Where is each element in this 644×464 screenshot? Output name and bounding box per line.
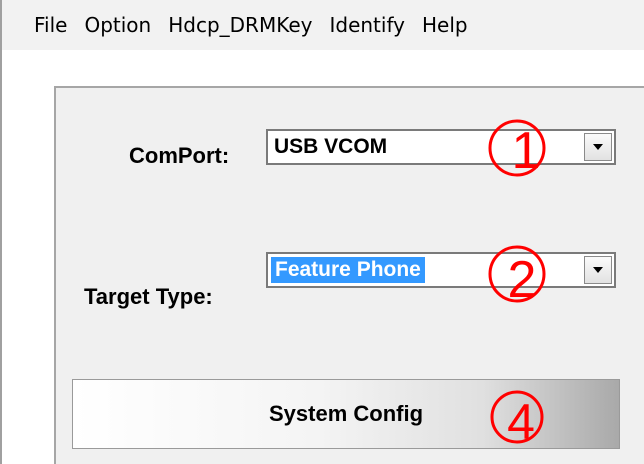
- app-window: File Option Hdcp_DRMKey Identify Help Co…: [0, 0, 644, 464]
- menu-option[interactable]: Option: [84, 13, 151, 37]
- menu-file[interactable]: File: [34, 13, 67, 37]
- menu-help[interactable]: Help: [422, 13, 468, 37]
- target-type-value: Feature Phone: [271, 257, 425, 283]
- menu-identify[interactable]: Identify: [329, 13, 405, 37]
- system-config-label: System Config: [268, 401, 424, 426]
- comport-label: ComPort:: [129, 143, 230, 168]
- comport-value: USB VCOM: [274, 135, 388, 158]
- menu-hdcp-drmkey[interactable]: Hdcp_DRMKey: [168, 13, 312, 37]
- comport-dropdown-arrow[interactable]: [584, 133, 612, 161]
- chevron-down-icon: [593, 144, 603, 150]
- target-type-dropdown-arrow[interactable]: [584, 256, 612, 284]
- chevron-down-icon: [593, 267, 603, 273]
- target-type-label: Target Type:: [84, 284, 213, 309]
- menu-bar: File Option Hdcp_DRMKey Identify Help: [2, 0, 644, 50]
- comport-dropdown[interactable]: USB VCOM: [266, 129, 616, 165]
- system-config-button[interactable]: System Config: [72, 379, 620, 449]
- target-type-dropdown[interactable]: Feature Phone: [266, 252, 616, 288]
